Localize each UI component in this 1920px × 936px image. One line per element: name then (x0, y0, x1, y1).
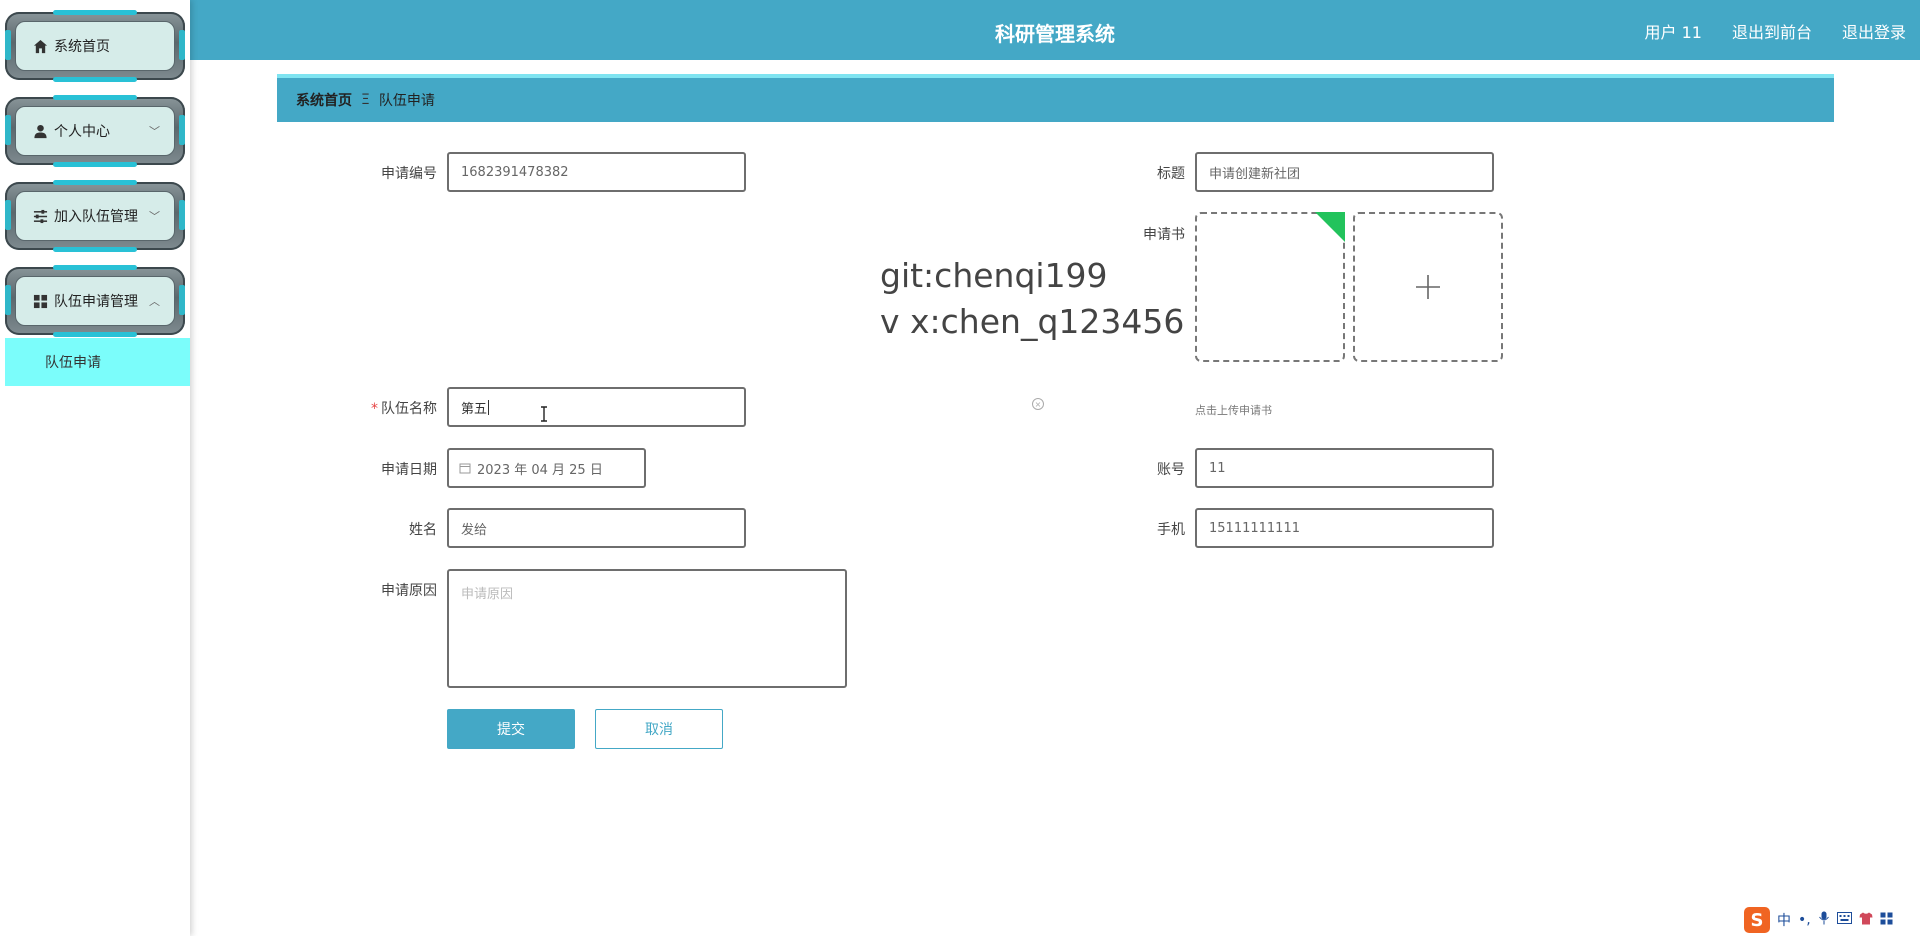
plus-icon (1355, 214, 1501, 360)
logout-link[interactable]: 退出登录 (1842, 19, 1906, 43)
text-caret (488, 399, 490, 415)
watermark-text: git:chenqi199 v x:chen_q123456 (880, 253, 1184, 345)
upload-button[interactable] (1353, 212, 1503, 362)
account-field[interactable]: 11 (1195, 448, 1494, 488)
user-link[interactable]: 用户 11 (1645, 19, 1702, 43)
breadcrumb: 系统首页 Ξ 队伍申请 (277, 74, 1834, 122)
team-name-label-text: 队伍名称 (381, 401, 437, 417)
ime-toolbar: S 中 •, (1738, 904, 1920, 936)
title-label: 标题 (1157, 166, 1185, 182)
sidebar-item-team-apply[interactable]: 队伍申请管理 ︿ (5, 265, 185, 337)
phone-label: 手机 (1157, 522, 1185, 538)
name-field[interactable]: 发给 (447, 508, 746, 548)
chevron-down-icon: ﹀ (149, 125, 160, 138)
ime-punct[interactable]: •, (1798, 912, 1811, 928)
team-name-field[interactable]: 第五 (447, 387, 746, 427)
mic-icon[interactable] (1818, 911, 1830, 929)
keyboard-icon[interactable] (1836, 912, 1852, 928)
breadcrumb-current: 队伍申请 (378, 93, 435, 109)
breadcrumb-separator: Ξ (361, 92, 370, 108)
apply-no-label: 申请编号 (381, 166, 437, 182)
ibeam-cursor-icon (541, 406, 547, 422)
required-mark: * (371, 401, 378, 417)
shirt-icon[interactable] (1859, 912, 1873, 929)
sidebar-item-label: 加入队伍管理 (54, 209, 138, 225)
name-label: 姓名 (409, 522, 437, 538)
sidebar-item-personal[interactable]: 个人中心 ﹀ (5, 95, 185, 167)
calendar-icon (459, 462, 471, 474)
sidebar-item-label: 系统首页 (54, 39, 110, 55)
sidebar: 系统首页 个人中心 ﹀ 加入队伍管理 ﹀ 队伍申请管理 ︿ 队伍申请 (0, 0, 190, 936)
sidebar-subitem-team-apply[interactable]: 队伍申请 (5, 338, 190, 386)
chevron-up-icon: ︿ (149, 295, 160, 308)
title-field[interactable]: 申请创建新社团 (1195, 152, 1494, 192)
ime-mode[interactable]: 中 (1777, 910, 1791, 930)
sidebar-item-join-team[interactable]: 加入队伍管理 ﹀ (5, 180, 185, 252)
clear-icon[interactable]: × (1032, 398, 1044, 410)
sliders-icon (33, 209, 48, 224)
account-label: 账号 (1157, 462, 1185, 478)
top-bar: 科研管理系统 用户 11 退出到前台 退出登录 (190, 0, 1920, 60)
user-icon (33, 124, 48, 139)
breadcrumb-home[interactable]: 系统首页 (296, 90, 352, 110)
sidebar-item-label: 个人中心 (54, 124, 110, 140)
letter-label: 申请书 (1143, 227, 1185, 243)
home-icon (33, 39, 48, 54)
team-name-value: 第五 (461, 401, 488, 417)
team-name-label: * 队伍名称 (360, 398, 437, 418)
reason-label: 申请原因 (381, 583, 437, 599)
upload-success-badge (1315, 212, 1345, 242)
apply-date-label: 申请日期 (381, 462, 437, 478)
chevron-down-icon: ﹀ (149, 210, 160, 223)
sidebar-item-home[interactable]: 系统首页 (5, 10, 185, 82)
uploaded-file-thumbnail[interactable] (1195, 212, 1345, 362)
apply-no-field[interactable]: 1682391478382 (447, 152, 746, 192)
top-links: 用户 11 退出到前台 退出登录 (1645, 19, 1906, 43)
apply-date-value: 2023 年 04 月 25 日 (477, 462, 603, 478)
phone-field[interactable]: 15111111111 (1195, 508, 1494, 548)
sogou-logo-icon[interactable]: S (1744, 907, 1770, 933)
watermark-line-2: v x:chen_q123456 (880, 302, 1185, 341)
cancel-button[interactable]: 取消 (595, 709, 723, 749)
grid-icon (33, 294, 48, 309)
watermark-line-1: git:chenqi199 (880, 256, 1108, 295)
apps-icon[interactable] (1880, 912, 1893, 929)
back-to-front-link[interactable]: 退出到前台 (1732, 19, 1812, 43)
sidebar-item-label: 队伍申请管理 (54, 294, 138, 310)
submit-button[interactable]: 提交 (447, 709, 575, 749)
reason-textarea[interactable] (447, 569, 847, 688)
apply-date-field[interactable]: 2023 年 04 月 25 日 (447, 448, 646, 488)
upload-hint: 点击上传申请书 (1195, 404, 1272, 417)
